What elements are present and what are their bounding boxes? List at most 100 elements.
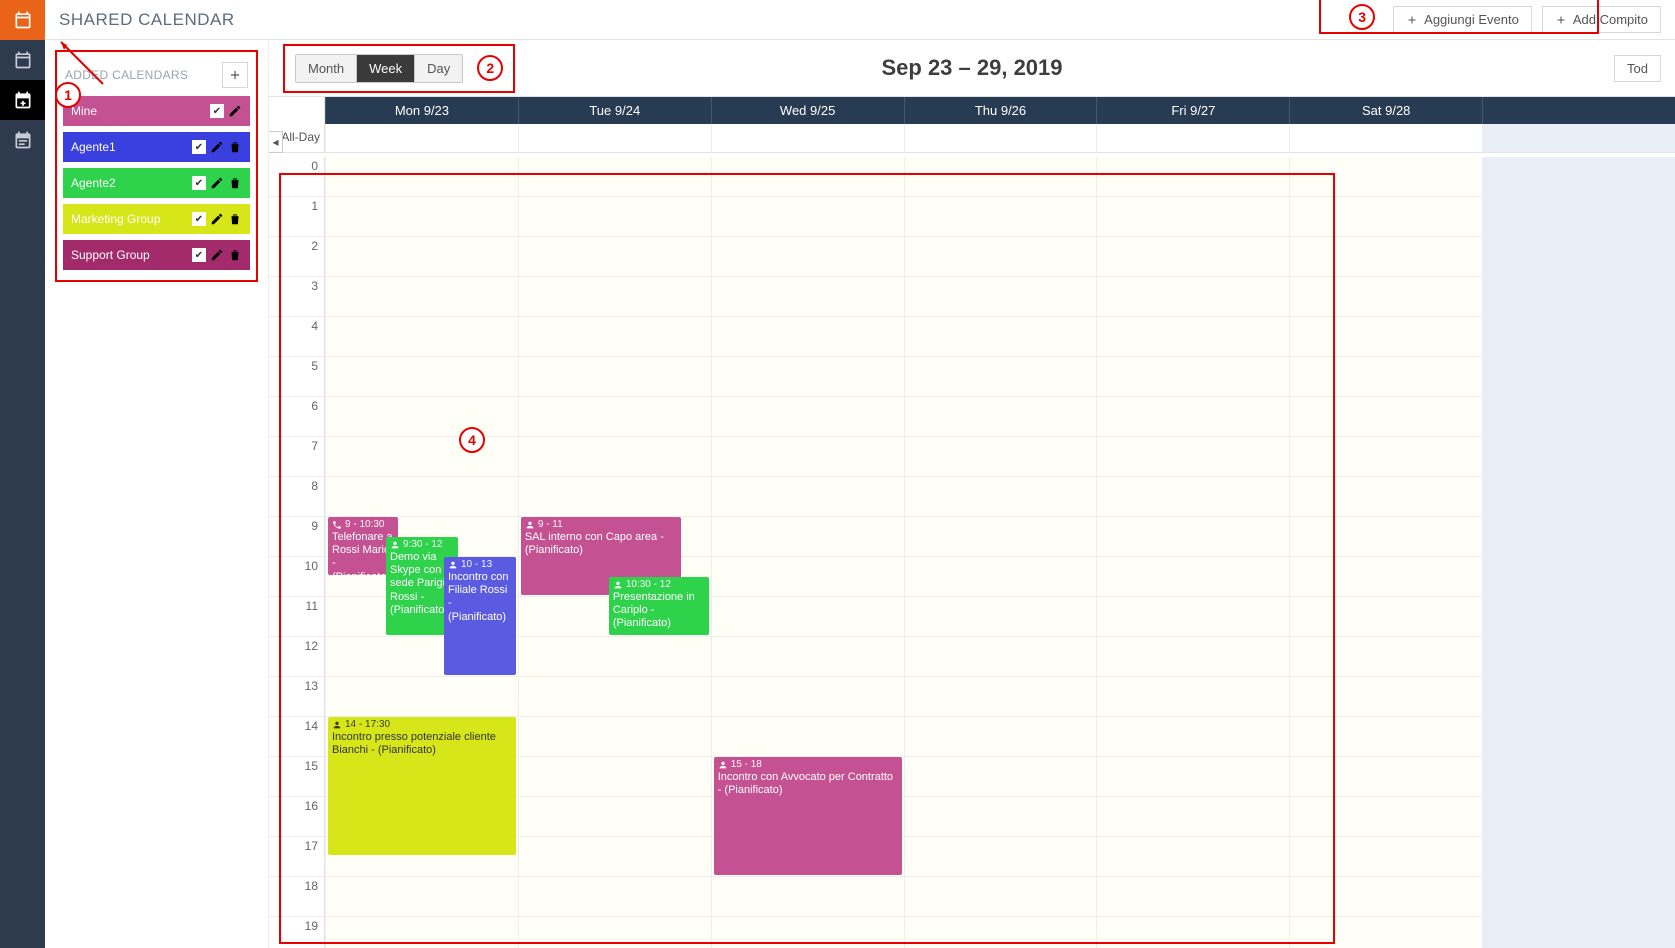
hour-label: 9: [269, 517, 324, 557]
event-time: 10 - 13: [461, 559, 492, 571]
calendar-name: Mine: [71, 104, 210, 118]
nav-brand-icon[interactable]: [0, 0, 45, 40]
add-task-button[interactable]: Add Compito: [1542, 6, 1661, 33]
hour-label: 8: [269, 477, 324, 517]
callout-4: 4: [459, 427, 485, 453]
plus-icon: [228, 68, 242, 82]
allday-cell[interactable]: [325, 124, 518, 152]
nav-rail: [0, 0, 45, 948]
calendar-name: Agente1: [71, 140, 192, 154]
calendar-icon: [13, 50, 33, 70]
hour-label: 1: [269, 197, 324, 237]
calendar-event[interactable]: 10 - 13Incontro con Filiale Rossi - (Pia…: [444, 557, 516, 675]
allday-cell[interactable]: [518, 124, 711, 152]
day-column[interactable]: [1482, 157, 1675, 948]
add-event-label: Aggiungi Evento: [1424, 12, 1519, 27]
today-button[interactable]: Tod: [1614, 55, 1661, 82]
hour-label: 16: [269, 797, 324, 837]
allday-cell[interactable]: [1096, 124, 1289, 152]
hour-label: 10: [269, 557, 324, 597]
pencil-icon[interactable]: [210, 140, 224, 154]
view-day-button[interactable]: Day: [414, 55, 462, 82]
event-time: 9:30 - 12: [403, 539, 442, 551]
person-icon: [718, 760, 728, 770]
event-title: Incontro con Avvocato per Contratto - (P…: [718, 771, 898, 797]
day-column[interactable]: 9 - 11SAL interno con Capo area - (Piani…: [518, 157, 711, 948]
event-title: Incontro con Filiale Rossi - (Pianificat…: [448, 571, 512, 624]
event-title: SAL interno con Capo area - (Pianificato…: [525, 531, 677, 557]
calendar-checkbox[interactable]: ✔: [192, 140, 206, 154]
arrow-annotation: [53, 36, 113, 86]
event-time: 9 - 10:30: [345, 519, 384, 531]
hour-label: 18: [269, 877, 324, 917]
hour-label: 14: [269, 717, 324, 757]
pencil-icon[interactable]: [210, 176, 224, 190]
trash-icon[interactable]: [228, 248, 242, 262]
calendar-item[interactable]: Support Group ✔: [63, 240, 250, 270]
calendar-checkbox[interactable]: ✔: [210, 104, 224, 118]
event-title: Incontro presso potenziale cliente Bianc…: [332, 731, 512, 757]
hour-label: 4: [269, 317, 324, 357]
calendar-event[interactable]: 14 - 17:30Incontro presso potenziale cli…: [328, 717, 516, 855]
trash-icon[interactable]: [228, 212, 242, 226]
pencil-icon[interactable]: [210, 212, 224, 226]
hour-label: 19: [269, 917, 324, 948]
sidebar: 1 ADDED CALENDARS Mine ✔ Agente1 ✔: [45, 40, 269, 948]
day-column[interactable]: 9 - 10:30Telefonare a Rossi Mario - (Pia…: [325, 157, 518, 948]
pencil-icon[interactable]: [228, 104, 242, 118]
day-column[interactable]: 15 - 18Incontro con Avvocato per Contrat…: [711, 157, 904, 948]
calendar-item[interactable]: Agente2 ✔: [63, 168, 250, 198]
event-time: 14 - 17:30: [345, 719, 390, 731]
allday-cell[interactable]: [1482, 124, 1675, 152]
collapse-sidebar-handle[interactable]: ◂: [269, 131, 283, 153]
event-title: Presentazione in Cariplo - (Pianificato): [613, 591, 705, 631]
view-switch: Month Week Day: [295, 54, 463, 83]
hour-label: 2: [269, 237, 324, 277]
person-icon: [525, 520, 535, 530]
day-header-cell: Mon 9/23: [325, 97, 518, 124]
callout-2: 2: [477, 55, 503, 81]
day-header-cell: Sat 9/28: [1289, 97, 1482, 124]
allday-cell[interactable]: [904, 124, 1097, 152]
hour-label: 0: [269, 157, 324, 197]
day-column[interactable]: [904, 157, 1097, 948]
calendar-item[interactable]: Mine ✔: [63, 96, 250, 126]
event-time: 15 - 18: [731, 759, 762, 771]
calendar-checkbox[interactable]: ✔: [192, 176, 206, 190]
calendar-name: Marketing Group: [71, 212, 192, 226]
add-event-button[interactable]: Aggiungi Evento: [1393, 6, 1532, 33]
view-month-button[interactable]: Month: [296, 55, 356, 82]
calendar-item[interactable]: Agente1 ✔: [63, 132, 250, 162]
day-header-cell: Thu 9/26: [904, 97, 1097, 124]
nav-item-shared[interactable]: [0, 80, 45, 120]
day-column[interactable]: [1289, 157, 1482, 948]
date-range: Sep 23 – 29, 2019: [881, 55, 1062, 81]
calendar-event[interactable]: 10:30 - 12Presentazione in Cariplo - (Pi…: [609, 577, 709, 635]
calendar-checkbox[interactable]: ✔: [192, 248, 206, 262]
pencil-icon[interactable]: [210, 248, 224, 262]
page-title: SHARED CALENDAR: [59, 10, 235, 30]
trash-icon[interactable]: [228, 140, 242, 154]
allday-cell[interactable]: [1289, 124, 1482, 152]
calendar-checkbox[interactable]: ✔: [192, 212, 206, 226]
calendar-list-icon: [13, 130, 33, 150]
hour-label: 11: [269, 597, 324, 637]
day-column[interactable]: [1096, 157, 1289, 948]
view-week-button[interactable]: Week: [356, 55, 414, 82]
person-icon: [390, 540, 400, 550]
nav-item-list[interactable]: [0, 120, 45, 160]
nav-item-cal1[interactable]: [0, 40, 45, 80]
calendar-plus-icon: [13, 90, 33, 110]
plus-icon: [1406, 14, 1418, 26]
calendar-event[interactable]: 15 - 18Incontro con Avvocato per Contrat…: [714, 757, 902, 875]
phone-icon: [332, 520, 342, 530]
hour-label: 7: [269, 437, 324, 477]
person-icon: [613, 580, 623, 590]
hour-label: 17: [269, 837, 324, 877]
calendar-item[interactable]: Marketing Group ✔: [63, 204, 250, 234]
event-time: 10:30 - 12: [626, 579, 671, 591]
trash-icon[interactable]: [228, 176, 242, 190]
event-title: Telefonare a Rossi Mario - (Pianificato): [332, 531, 394, 575]
allday-cell[interactable]: [711, 124, 904, 152]
add-calendar-button[interactable]: [222, 62, 248, 88]
